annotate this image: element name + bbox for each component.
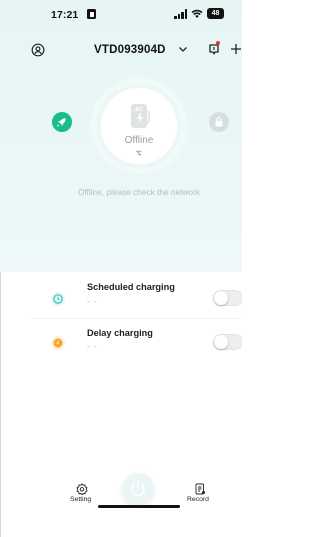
delay-charging-label: Delay charging [87, 328, 153, 338]
charger-status-text: Offline [124, 135, 154, 146]
settings-divider [31, 318, 242, 319]
network-warning: Offline, please check the network [77, 187, 201, 197]
app-header: VTD093904D [0, 38, 242, 64]
bottom-tab-bar [0, 470, 242, 537]
delay-charging-toggle[interactable] [213, 334, 242, 350]
wifi-off-icon [136, 150, 142, 156]
power-button[interactable] [122, 473, 154, 505]
lock-button[interactable] [209, 112, 229, 132]
tab-setting-label: Setting [70, 496, 92, 503]
clock-icon [53, 294, 63, 304]
scheduled-charging-toggle[interactable] [213, 290, 242, 306]
ac-badge: AC [135, 107, 143, 113]
device-selector[interactable]: VTD093904D [94, 44, 166, 56]
delay-charging-value: - - [87, 342, 98, 351]
signal-icon [174, 9, 188, 19]
wifi-icon [191, 9, 203, 18]
chevron-down-icon[interactable] [178, 44, 188, 54]
status-bar: 17:21 48 [0, 0, 242, 30]
timer-icon [53, 338, 63, 348]
lock-icon [215, 116, 223, 127]
app-screen: 17:21 48 VTD093904D AC Offline Offline, … [0, 0, 242, 537]
scheduled-charging-label: Scheduled charging [87, 282, 175, 292]
scheduled-charging-icon-wrap [51, 292, 65, 306]
settings-gear-icon [76, 483, 88, 495]
rocket-icon [57, 118, 66, 127]
record-icon [195, 483, 205, 495]
notification-icon[interactable] [208, 43, 220, 57]
status-time: 17:21 [51, 9, 79, 21]
home-indicator[interactable] [98, 505, 180, 508]
boost-mode-button[interactable] [52, 112, 72, 132]
delay-charging-icon-wrap [51, 336, 65, 350]
notification-badge [216, 41, 220, 45]
scheduled-charging-value: - - [87, 297, 98, 306]
tab-record-label: Record [187, 496, 209, 503]
sim-icon [87, 9, 96, 19]
battery-icon: 48 [207, 8, 224, 19]
add-device-icon[interactable] [230, 43, 242, 55]
ac-charger-icon: AC [131, 104, 150, 128]
power-icon [131, 481, 145, 497]
user-icon[interactable] [31, 43, 45, 57]
